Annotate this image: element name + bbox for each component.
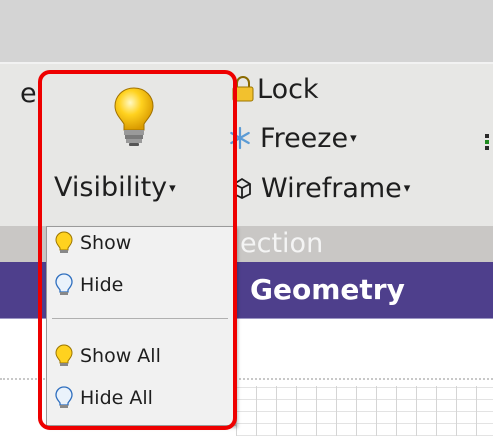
freeze-label: Freeze: [260, 122, 349, 154]
panel-title: Geometry: [250, 273, 405, 306]
annotation-highlight-box: [38, 70, 237, 430]
lock-button[interactable]: Lock: [232, 70, 319, 108]
freeze-button[interactable]: Freeze ▾: [228, 118, 357, 158]
ribbon-group-label: ection: [240, 228, 324, 259]
wireframe-button[interactable]: Wireframe ▾: [230, 168, 410, 208]
spreadsheet-grid: [236, 386, 493, 436]
dropdown-arrow-icon: ▾: [350, 130, 357, 146]
clipped-ribbon-text: e: [20, 78, 37, 109]
clipped-toolbar-icon: [485, 134, 489, 150]
wireframe-label: Wireframe: [261, 172, 402, 204]
dropdown-arrow-icon: ▾: [403, 180, 411, 196]
top-toolbar-strip: [0, 0, 493, 62]
lock-label: Lock: [257, 73, 319, 105]
